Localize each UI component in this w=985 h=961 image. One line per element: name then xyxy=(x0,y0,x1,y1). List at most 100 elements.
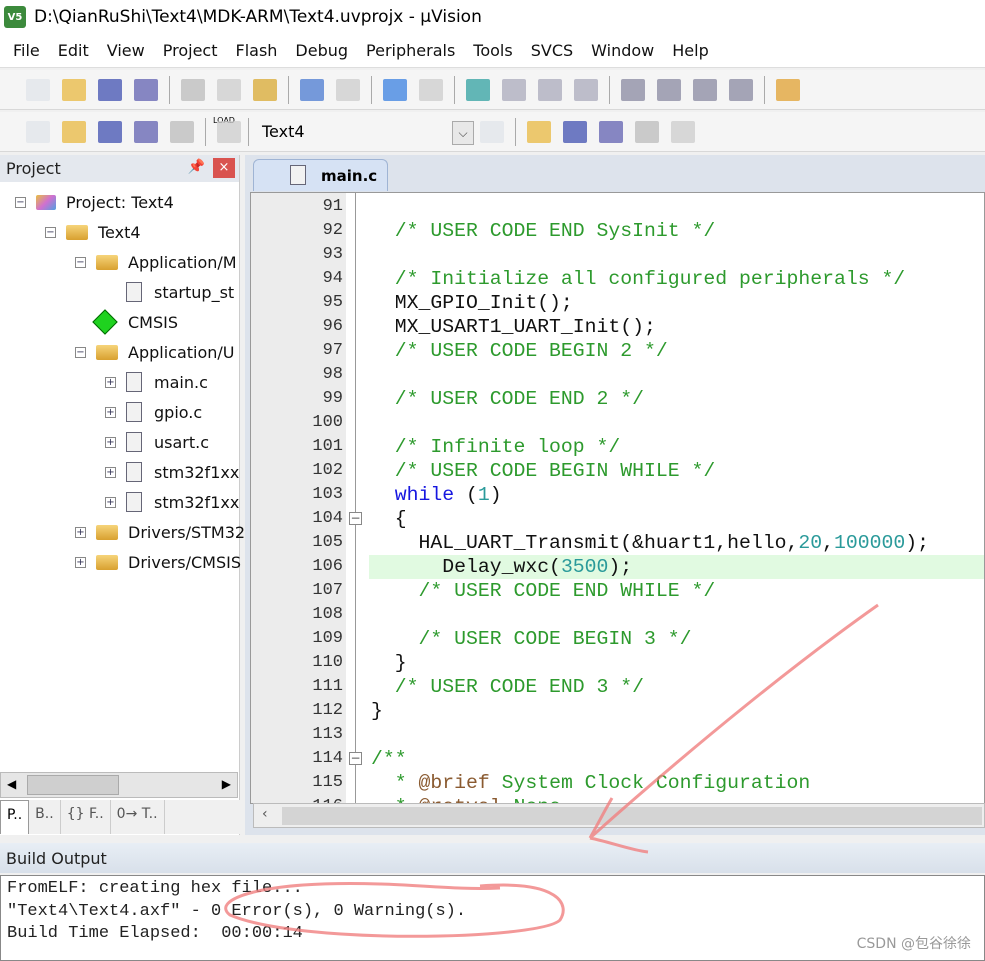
stop-build-icon[interactable] xyxy=(170,120,194,143)
menu-tools[interactable]: Tools xyxy=(473,41,512,60)
collapse-icon[interactable]: − xyxy=(15,196,26,208)
scroll-right-icon[interactable]: ▶ xyxy=(222,777,231,791)
menu-file[interactable]: File xyxy=(13,41,40,60)
tree-item[interactable]: + gpio.c xyxy=(105,399,202,425)
tree-item[interactable]: + Drivers/CMSIS xyxy=(75,549,241,575)
collapse-icon[interactable]: − xyxy=(45,226,56,238)
watermark: CSDN @包谷徐徐 xyxy=(856,936,971,952)
rebuild-icon[interactable] xyxy=(98,120,122,143)
tree-item[interactable]: − Application/M xyxy=(75,249,237,275)
fold-toggle-icon[interactable]: − xyxy=(349,752,362,765)
code-line: } xyxy=(371,699,383,723)
target-select[interactable]: Text4 ⌵ xyxy=(254,117,474,146)
pack-installer-icon[interactable] xyxy=(599,120,623,143)
line-number: 110 xyxy=(312,653,343,672)
expand-icon[interactable]: + xyxy=(105,436,116,448)
tree-item[interactable]: + usart.c xyxy=(105,429,209,455)
line-number: 91 xyxy=(322,197,343,216)
clear-bookmark-icon[interactable] xyxy=(574,78,598,101)
project-tab[interactable]: P.. xyxy=(0,800,30,834)
target-value: Text4 xyxy=(262,122,305,141)
redo-icon[interactable] xyxy=(336,78,360,101)
tab-main-c[interactable]: main.c xyxy=(253,159,388,191)
select-packs-icon[interactable] xyxy=(635,120,659,143)
expand-icon[interactable]: + xyxy=(75,556,86,568)
open-folder-icon[interactable] xyxy=(62,78,86,101)
menu-help[interactable]: Help xyxy=(672,41,708,60)
undo-icon[interactable] xyxy=(300,78,324,101)
line-number: 97 xyxy=(322,341,343,360)
tree-item[interactable]: + stm32f1xx xyxy=(105,489,239,515)
build-output-text[interactable]: FromELF: creating hex file... "Text4\Text… xyxy=(0,875,985,961)
new-file-icon[interactable] xyxy=(26,78,50,101)
collapse-icon[interactable]: − xyxy=(75,346,86,358)
expand-icon[interactable]: + xyxy=(105,496,116,508)
tree-item[interactable]: CMSIS xyxy=(75,309,178,335)
expand-icon[interactable]: + xyxy=(105,466,116,478)
file-extensions-icon[interactable] xyxy=(563,120,587,143)
chevron-down-icon[interactable]: ⌵ xyxy=(452,120,474,145)
menu-window[interactable]: Window xyxy=(591,41,654,60)
menu-peripherals[interactable]: Peripherals xyxy=(366,41,455,60)
tree-item[interactable]: − Application/U xyxy=(75,339,235,365)
project-tab[interactable]: B.. xyxy=(29,800,61,834)
menu-view[interactable]: View xyxy=(107,41,145,60)
tree-item[interactable]: − Project: Text4 xyxy=(15,189,174,215)
menu-edit[interactable]: Edit xyxy=(58,41,89,60)
translate-icon[interactable] xyxy=(26,120,50,143)
save-all-icon[interactable] xyxy=(134,78,158,101)
project-tab[interactable]: {} F.. xyxy=(61,800,111,834)
scroll-left-icon[interactable]: ◀ xyxy=(7,777,16,791)
tree-item[interactable]: + main.c xyxy=(105,369,208,395)
scroll-left-icon[interactable]: ‹ xyxy=(262,806,268,822)
back-arrow-icon[interactable] xyxy=(383,78,407,101)
prev-bookmark-icon[interactable] xyxy=(502,78,526,101)
pin-icon[interactable]: 📌 xyxy=(188,159,205,175)
tree-item[interactable]: − Text4 xyxy=(45,219,141,245)
target-options-icon[interactable] xyxy=(480,120,504,143)
batch-build-icon[interactable] xyxy=(134,120,158,143)
load-icon[interactable] xyxy=(217,120,241,143)
code-editor[interactable]: 91 92 /* USER CODE END SysInit */ 93 94 /* … xyxy=(250,192,985,804)
scroll-thumb[interactable] xyxy=(27,775,119,795)
menu-bar: File Edit View Project Flash Debug Peripherals… xyxy=(0,34,985,68)
project-tab[interactable]: 0→ T.. xyxy=(111,800,165,834)
next-bookmark-icon[interactable] xyxy=(538,78,562,101)
menu-project[interactable]: Project xyxy=(163,41,218,60)
close-panel-button[interactable]: × xyxy=(213,158,235,178)
comment-icon[interactable] xyxy=(693,78,717,101)
tree-item[interactable]: startup_st xyxy=(105,279,234,305)
paste-icon[interactable] xyxy=(253,78,277,101)
cut-icon[interactable] xyxy=(181,78,205,101)
toolbar-separator xyxy=(169,75,170,104)
menu-debug[interactable]: Debug xyxy=(295,41,348,60)
editor-horizontal-scrollbar[interactable]: ‹ xyxy=(253,803,985,828)
fold-toggle-icon[interactable]: − xyxy=(349,512,362,525)
project-panel-header: Project 📌 × xyxy=(0,155,239,182)
menu-flash[interactable]: Flash xyxy=(235,41,277,60)
uncomment-icon[interactable] xyxy=(729,78,753,101)
expand-icon[interactable]: + xyxy=(105,406,116,418)
copy-icon[interactable] xyxy=(217,78,241,101)
collapse-icon[interactable]: − xyxy=(75,256,86,268)
event-recorder-icon[interactable] xyxy=(671,120,695,143)
tree-item[interactable]: + Drivers/STM32 xyxy=(75,519,245,545)
expand-icon[interactable]: + xyxy=(75,526,86,538)
code-line: /* USER CODE END 3 */ xyxy=(371,675,644,699)
indent-icon[interactable] xyxy=(621,78,645,101)
tree-item[interactable]: + stm32f1xx xyxy=(105,459,239,485)
manage-components-icon[interactable] xyxy=(527,120,551,143)
find-in-files-icon[interactable] xyxy=(776,78,800,101)
menu-svcs[interactable]: SVCS xyxy=(531,41,573,60)
build-icon[interactable] xyxy=(62,120,86,143)
unindent-icon[interactable] xyxy=(657,78,681,101)
scroll-thumb[interactable] xyxy=(282,807,982,825)
code-token: 3500 xyxy=(560,556,609,578)
expand-icon[interactable]: + xyxy=(105,376,116,388)
tree-item-label: stm32f1xx xyxy=(154,462,240,482)
file-icon xyxy=(126,402,142,422)
save-icon[interactable] xyxy=(98,78,122,101)
bookmark-icon[interactable] xyxy=(466,78,490,101)
forward-arrow-icon[interactable] xyxy=(419,78,443,101)
project-horizontal-scrollbar[interactable]: ◀ ▶ xyxy=(0,772,238,798)
